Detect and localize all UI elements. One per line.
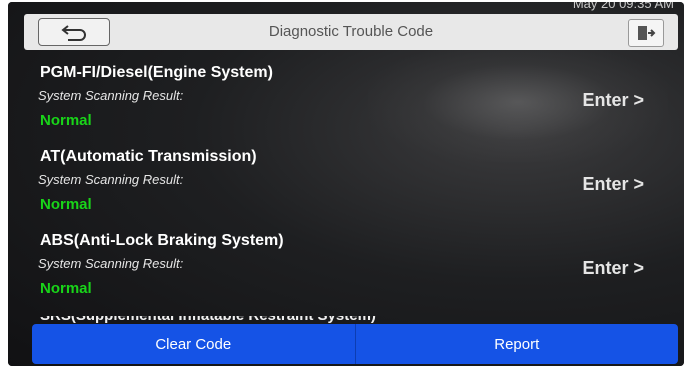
enter-button[interactable]: Enter > [582, 90, 644, 111]
screen: May 20 09:35 AM Diagnostic Trouble Code … [8, 2, 684, 366]
system-name: AT(Automatic Transmission) [40, 148, 257, 165]
bottom-action-bar: Clear Code Report [32, 324, 678, 364]
system-name: SRS(Supplemental Inflatable Restraint Sy… [40, 316, 376, 324]
system-status: Normal [40, 280, 92, 297]
status-bar-time: May 20 09:35 AM [572, 2, 674, 11]
enter-button[interactable]: Enter > [582, 258, 644, 279]
title-bar: Diagnostic Trouble Code [24, 14, 678, 50]
system-name: ABS(Anti-Lock Braking System) [40, 232, 284, 249]
exit-button[interactable] [628, 19, 664, 47]
exit-icon [638, 26, 656, 40]
system-item-transmission: AT(Automatic Transmission) System Scanni… [8, 142, 684, 222]
system-name: PGM-FI/Diesel(Engine System) [40, 64, 273, 81]
system-scan-label: System Scanning Result: [38, 88, 184, 103]
system-item-abs: ABS(Anti-Lock Braking System) System Sca… [8, 226, 684, 306]
system-status: Normal [40, 112, 92, 129]
device-frame: May 20 09:35 AM Diagnostic Trouble Code … [8, 2, 684, 366]
system-scan-label: System Scanning Result: [38, 172, 184, 187]
system-item-engine: PGM-FI/Diesel(Engine System) System Scan… [8, 58, 684, 138]
system-status: Normal [40, 196, 92, 213]
system-scan-label: System Scanning Result: [38, 256, 184, 271]
report-button[interactable]: Report [355, 324, 678, 364]
page-title: Diagnostic Trouble Code [268, 23, 434, 40]
enter-button[interactable]: Enter > [582, 174, 644, 195]
clear-code-button[interactable]: Clear Code [32, 324, 356, 364]
